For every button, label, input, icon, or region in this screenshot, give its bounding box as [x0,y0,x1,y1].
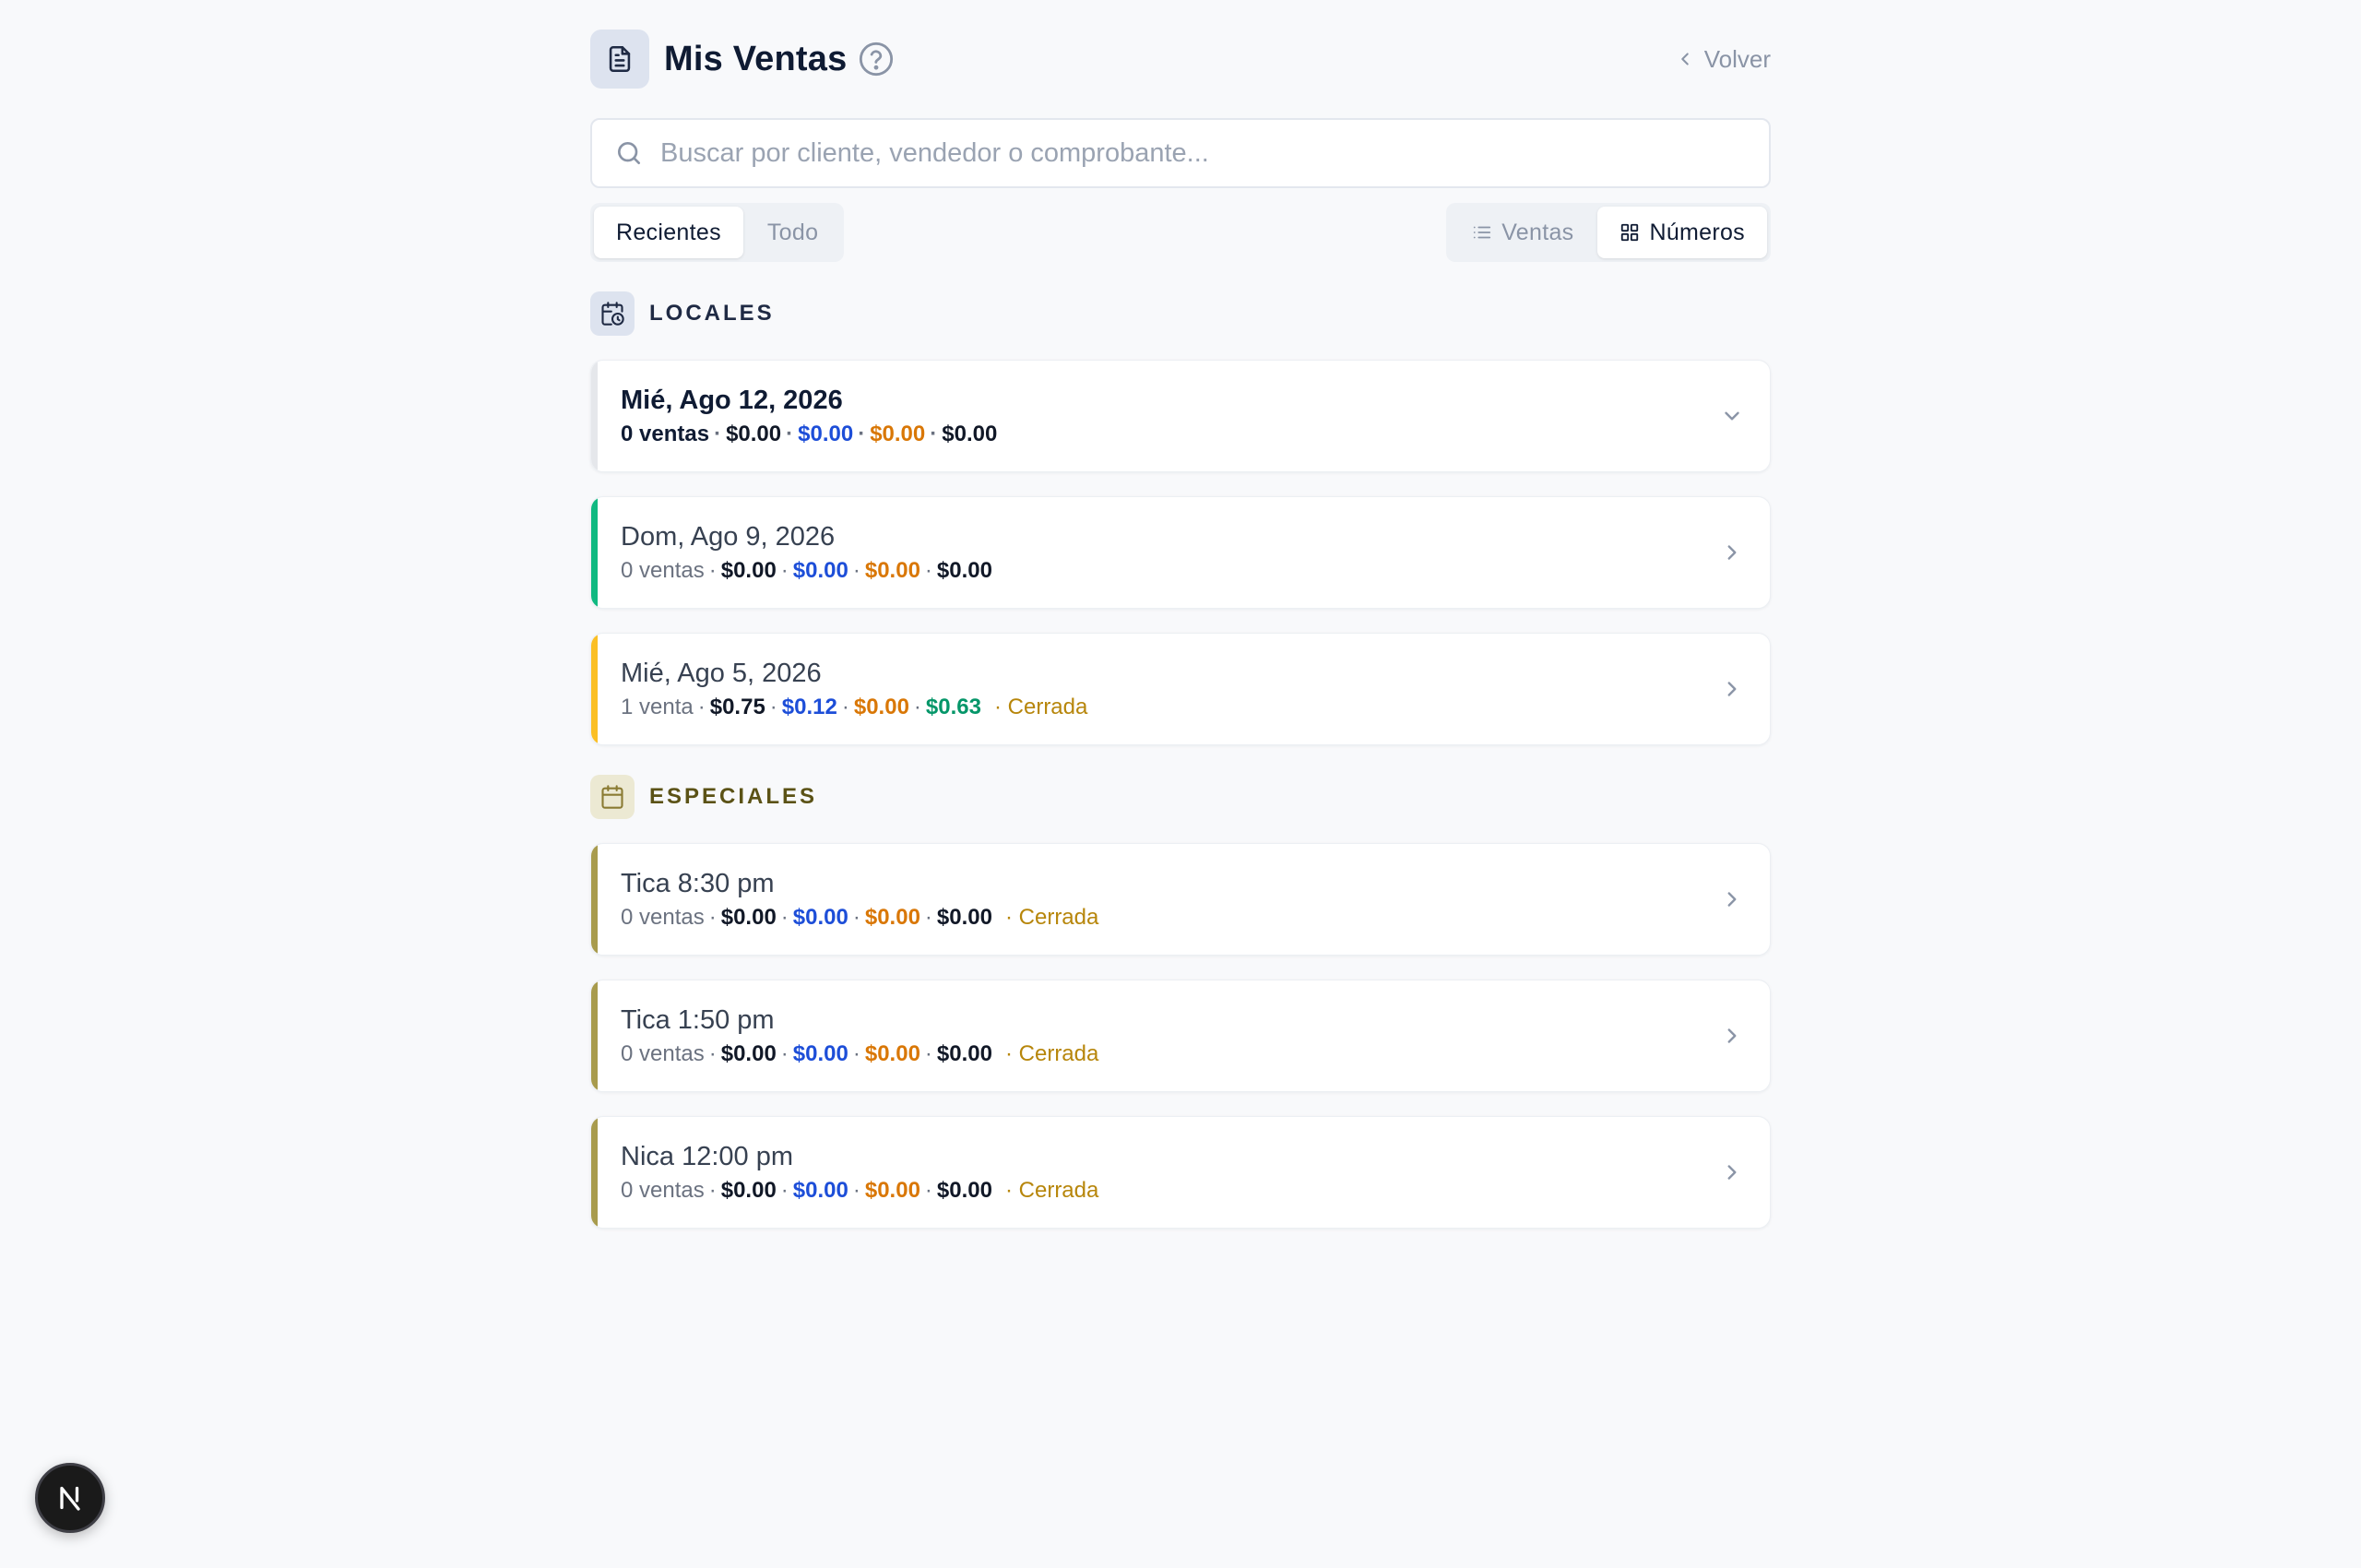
accent-bar [591,844,598,955]
card-meta: 0 ventas · $0.00 · $0.00 · $0.00 · $0.00 [621,421,998,446]
amount-total: $0.00 [720,557,777,583]
amount-orange: $0.00 [864,904,920,930]
sales-count: 0 ventas [621,1177,705,1203]
page-title: Mis Ventas [664,39,848,78]
tab-ventas[interactable]: Ventas [1450,207,1596,258]
page: Mis Ventas Volver Recientes Todo [590,30,1771,1229]
chevron-down-icon[interactable] [1720,404,1744,428]
amount-total: $0.00 [720,1040,777,1066]
card-title: Tica 8:30 pm [621,868,775,898]
help-icon[interactable] [858,41,895,77]
tab-label: Todo [766,219,819,245]
amount-total: $0.75 [709,694,765,719]
accent-bar [591,1117,598,1228]
amount-net: $0.00 [936,1177,992,1203]
section-label: ESPECIALES [649,784,818,809]
amount-net: $0.00 [936,904,992,930]
amount-orange: $0.00 [870,421,926,446]
list-icon [1474,226,1491,239]
tab-label: Números [1649,219,1745,245]
list-item[interactable]: Mié, Ago 12, 2026 0 ventas · $0.00 · $0.00 · $… [590,360,1771,472]
back-button[interactable]: Volver [1675,45,1771,74]
card-meta: 0 ventas · $0.00 · $0.00 · $0.00 · $0.00 · Cerrad… [621,904,1099,930]
status-label: · Cerrada [1004,1177,1099,1203]
toolbar: Recientes Todo Ventas Números [590,203,1771,262]
grid-icon [1621,223,1639,242]
sales-count: 0 ventas [621,1040,705,1066]
chevron-left-icon [1680,53,1689,65]
status-label: · Cerrada [1004,904,1099,930]
sales-count: 0 ventas [621,904,705,930]
dev-tools-button[interactable] [35,1463,105,1533]
amount-total: $0.00 [720,1177,777,1203]
section-locales: LOCALES [590,291,1771,336]
sales-count: 0 ventas [621,557,705,583]
view-toggle: Ventas Números [1446,203,1771,262]
card-meta: 1 venta · $0.75 · $0.12 · $0.00 · $0.63 · Cerrada [621,694,1088,719]
list-item[interactable]: Mié, Ago 5, 2026 1 venta · $0.75 · $0.12 · $0.… [590,633,1771,745]
amount-orange: $0.00 [853,694,909,719]
card-title: Mié, Ago 5, 2026 [621,658,822,688]
amount-blue: $0.00 [798,421,854,446]
tab-label: Ventas [1501,219,1574,245]
amount-net: $0.00 [942,421,998,446]
section-label: LOCALES [649,301,775,326]
list-item[interactable]: Dom, Ago 9, 2026 0 ventas · $0.00 · $0.00 · $0… [590,496,1771,609]
accent-bar [591,361,598,471]
chevron-right-icon[interactable] [1720,677,1744,701]
header: Mis Ventas Volver [590,30,1771,89]
chevron-right-icon[interactable] [1720,1024,1744,1048]
document-icon [590,30,649,89]
next-logo-icon [60,1486,80,1511]
section-especiales: ESPECIALES [590,775,1771,819]
accent-bar [591,980,598,1091]
tab-recientes[interactable]: Recientes [594,207,743,258]
calendar-icon [590,775,635,819]
list-item[interactable]: Tica 1:50 pm 0 ventas · $0.00 · $0.00 · $0.00 ·… [590,980,1771,1092]
amount-orange: $0.00 [864,1177,920,1203]
tab-todo[interactable]: Todo [745,207,840,258]
amount-net: $0.00 [936,557,992,583]
list-item[interactable]: Tica 8:30 pm 0 ventas · $0.00 · $0.00 · $0.00 ·… [590,843,1771,956]
status-label: · Cerrada [993,694,1088,719]
calendar-clock-icon [590,291,635,336]
amount-orange: $0.00 [864,1040,920,1066]
search-box [590,118,1771,188]
card-title: Tica 1:50 pm [621,1004,775,1035]
sales-count: 1 venta [621,694,694,719]
chevron-right-icon[interactable] [1720,887,1744,911]
card-meta: 0 ventas · $0.00 · $0.00 · $0.00 · $0.00 · Cerrad… [621,1177,1099,1203]
card-title: Dom, Ago 9, 2026 [621,521,836,552]
list-item[interactable]: Nica 12:00 pm 0 ventas · $0.00 · $0.00 · $0.00… [590,1116,1771,1229]
accent-bar [591,634,598,744]
search-icon [618,142,640,164]
amount-net: $0.00 [936,1040,992,1066]
tab-label: Recientes [616,219,721,245]
card-title: Mié, Ago 12, 2026 [621,385,843,415]
amount-blue: $0.12 [781,694,837,719]
card-meta: 0 ventas · $0.00 · $0.00 · $0.00 · $0.00 · Cerrad… [621,1040,1099,1066]
status-label: · Cerrada [1004,1040,1099,1066]
amount-blue: $0.00 [792,904,848,930]
chevron-right-icon[interactable] [1720,1160,1744,1184]
card-meta: 0 ventas · $0.00 · $0.00 · $0.00 · $0.00 [621,557,992,583]
amount-total: $0.00 [720,904,777,930]
chevron-right-icon[interactable] [1720,540,1744,564]
amount-net: $0.63 [925,694,981,719]
search-input[interactable] [660,137,1747,169]
amount-blue: $0.00 [792,1040,848,1066]
amount-blue: $0.00 [792,1177,848,1203]
back-label: Volver [1703,44,1771,73]
accent-bar [591,497,598,608]
tab-numeros[interactable]: Números [1597,207,1767,258]
range-toggle: Recientes Todo [590,203,845,262]
amount-blue: $0.00 [792,557,848,583]
sales-count: 0 ventas [621,421,710,446]
card-title: Nica 12:00 pm [621,1141,793,1171]
amount-orange: $0.00 [864,557,920,583]
amount-total: $0.00 [726,421,782,446]
